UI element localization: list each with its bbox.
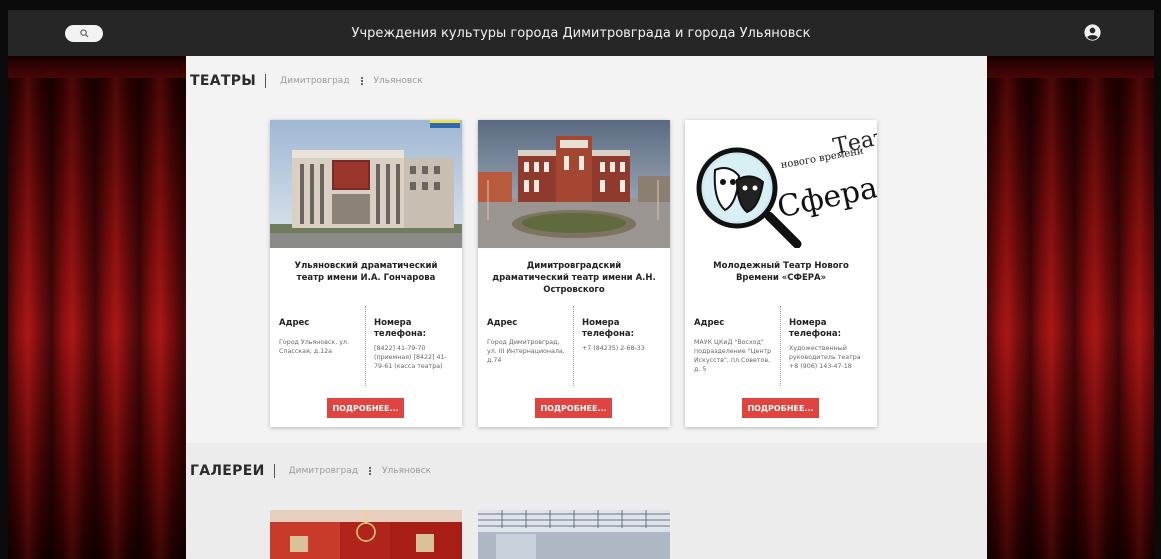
phone-value: +7 (84235) 2-68-33 <box>582 345 645 352</box>
separator <box>273 464 275 478</box>
top-bar: Учреждения культуры города Димитровграда… <box>8 10 1154 56</box>
more-button[interactable]: ПОДРОБНЕЕ... <box>742 398 819 418</box>
galleries-header: ГАЛЕРЕИ Димитровград Ульяновск <box>190 463 431 479</box>
separator <box>265 74 267 88</box>
theater-photo <box>270 120 462 248</box>
dots-separator <box>369 467 372 475</box>
address-label: Адрес <box>487 318 518 328</box>
gallery-photo <box>270 510 462 559</box>
main-content: ТЕАТРЫ Димитровград Ульяновск Ульяновски… <box>186 56 987 559</box>
filter-dimitrovgrad[interactable]: Димитровград <box>289 466 358 476</box>
address-block: Адрес МАУК ЦКиД "Восход" подразделение "… <box>694 318 774 374</box>
address-value: Город Димитровград, ул. III Интернациона… <box>487 339 565 364</box>
logo-text-subtitle: нового времени <box>780 146 865 171</box>
dots-separator <box>360 77 363 85</box>
phone-label: Номера телефона: <box>374 318 426 339</box>
theaters-header: ТЕАТРЫ Димитровград Ульяновск <box>190 73 423 89</box>
phone-label: Номера телефона: <box>582 318 634 339</box>
address-block: Адрес Город Ульяновск, ул. Спасская, д.1… <box>279 318 359 356</box>
section-title-theaters: ТЕАТРЫ <box>190 73 257 89</box>
filter-ulyanovsk[interactable]: Ульяновск <box>374 76 423 86</box>
filter-ulyanovsk[interactable]: Ульяновск <box>382 466 431 476</box>
section-title-galleries: ГАЛЕРЕИ <box>190 463 265 479</box>
theater-logo-image: Театр нового времени Сфера <box>685 120 877 248</box>
theater-card: Ульяновский драматический театр имени И.… <box>270 120 462 427</box>
curtain-left <box>8 56 186 559</box>
more-button[interactable]: ПОДРОБНЕЕ... <box>535 398 612 418</box>
theater-photo <box>478 120 670 248</box>
phone-block: Номера телефона: [8422] 41-79-70 (приемн… <box>374 318 456 371</box>
address-block: Адрес Город Димитровград, ул. III Интерн… <box>487 318 567 365</box>
phone-value: [8422] 41-79-70 (приемная) [8422] 41-79-… <box>374 345 447 370</box>
theater-title: Ульяновский драматический театр имени И.… <box>294 261 438 283</box>
theater-card: Димитровградский драматический театр име… <box>478 120 670 427</box>
user-button[interactable] <box>1084 24 1101 41</box>
search-button[interactable] <box>65 25 103 42</box>
theater-card: Театр нового времени Сфера Молодежный Те… <box>685 120 877 427</box>
logo-text-sfera: Сфера <box>774 170 877 225</box>
address-value: МАУК ЦКиД "Восход" подразделение "Центр … <box>694 339 772 373</box>
theater-title: Молодежный Театр Нового Времени «СФЕРА» <box>713 261 849 283</box>
address-value: Город Ульяновск, ул. Спасская, д.12а <box>279 339 349 355</box>
curtain-right <box>987 56 1154 559</box>
filter-dimitrovgrad[interactable]: Димитровград <box>280 76 349 86</box>
more-button[interactable]: ПОДРОБНЕЕ... <box>327 398 404 418</box>
phone-block: Номера телефона: Художественный руководи… <box>789 318 871 371</box>
gallery-photo <box>478 510 670 559</box>
address-label: Адрес <box>694 318 725 328</box>
address-label: Адрес <box>279 318 310 328</box>
search-icon <box>79 29 89 38</box>
phone-label: Номера телефона: <box>789 318 841 339</box>
user-circle-icon <box>1084 24 1101 41</box>
phone-block: Номера телефона: +7 (84235) 2-68-33 <box>582 318 664 353</box>
phone-value: Художественный руководитель театра +8 (9… <box>789 345 861 370</box>
column-divider <box>365 306 366 386</box>
column-divider <box>780 306 781 386</box>
column-divider <box>573 306 574 386</box>
site-title: Учреждения культуры города Димитровграда… <box>351 25 811 41</box>
theater-title: Димитровградский драматический театр име… <box>492 261 656 295</box>
